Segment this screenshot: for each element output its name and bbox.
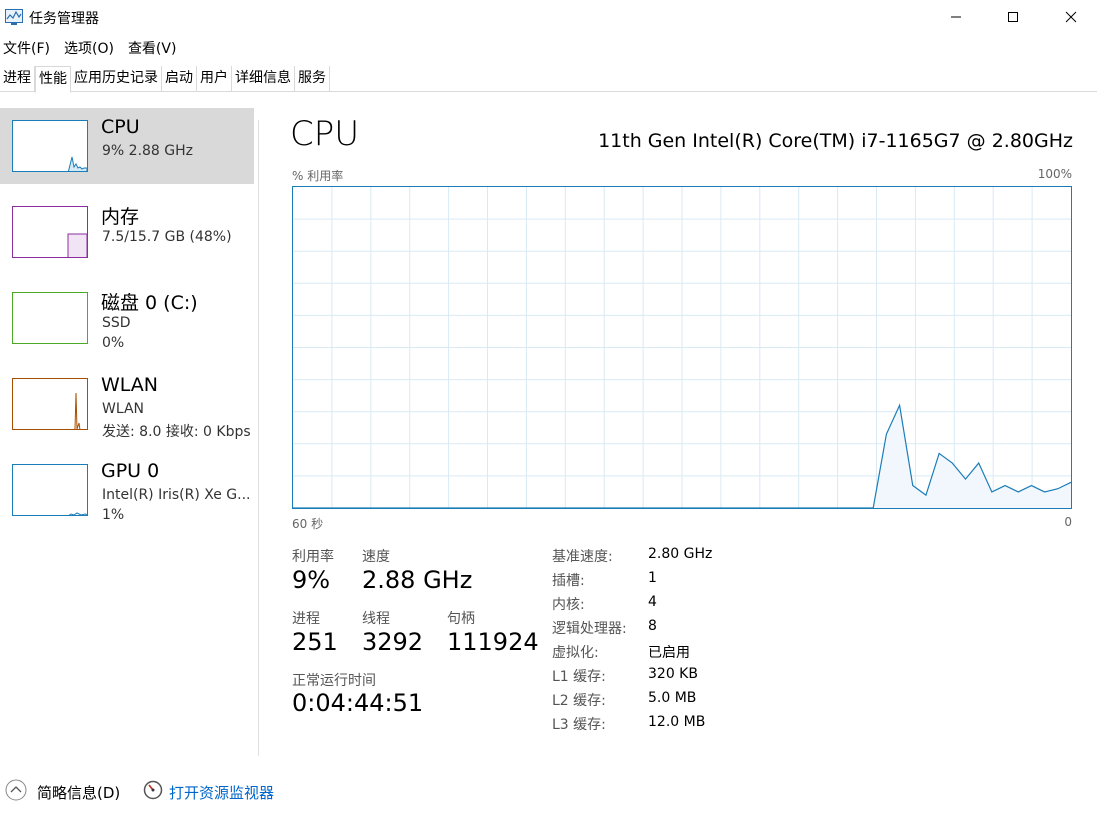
x-axis-start-label: 60 秒 xyxy=(292,517,324,531)
speed-value: 2.88 GHz xyxy=(362,566,473,594)
spec-value: 已启用 xyxy=(648,645,690,661)
y-axis-max-label: 100% xyxy=(1037,167,1072,181)
sidebar-item-name: GPU 0 xyxy=(101,460,160,482)
gpu-thumbnail-graph xyxy=(12,464,88,516)
chevron-up-icon[interactable] xyxy=(5,779,27,801)
sidebar-item-detail-2: 发送: 8.0 接收: 0 Kbps xyxy=(102,424,251,440)
menu-bar: 文件(F) 选项(O) 查看(V) xyxy=(0,38,187,60)
tab-services[interactable]: 服务 xyxy=(295,66,330,92)
processes-label: 进程 xyxy=(292,611,320,627)
spec-label: 逻辑处理器: xyxy=(552,621,627,637)
cpu-usage-graph-svg xyxy=(293,187,1071,508)
sidebar-item-disk[interactable]: 磁盘 0 (C:) SSD 0% xyxy=(0,280,254,356)
sidebar-item-detail: WLAN xyxy=(102,401,145,417)
spec-value: 4 xyxy=(648,594,657,610)
handles-value: 111924 xyxy=(447,628,539,656)
resource-sidebar: CPU 9% 2.88 GHz 内存 7.5/15.7 GB (48%) 磁盘 … xyxy=(0,108,258,538)
wlan-thumbnail-graph xyxy=(12,378,88,430)
window-title: 任务管理器 xyxy=(29,11,99,27)
minimize-icon xyxy=(951,16,961,18)
menu-options[interactable]: 选项(O) xyxy=(61,38,117,60)
maximize-button[interactable] xyxy=(990,0,1036,34)
cpu-model-name: 11th Gen Intel(R) Core(TM) i7-1165G7 @ 2… xyxy=(598,130,1073,152)
uptime-value: 0:04:44:51 xyxy=(292,689,424,717)
cpu-usage-graph xyxy=(292,186,1072,509)
tab-startup[interactable]: 启动 xyxy=(162,66,197,92)
menu-file[interactable]: 文件(F) xyxy=(0,38,53,60)
memory-thumbnail-graph xyxy=(12,206,88,258)
sidebar-item-detail-2: 0% xyxy=(102,335,125,351)
sidebar-divider[interactable] xyxy=(258,120,259,756)
tab-performance[interactable]: 性能 xyxy=(35,66,71,93)
processes-value: 251 xyxy=(292,628,338,656)
spec-label: 插槽: xyxy=(552,573,585,589)
sidebar-item-memory[interactable]: 内存 7.5/15.7 GB (48%) xyxy=(0,194,254,270)
less-info-button[interactable]: 简略信息(D) xyxy=(37,782,120,803)
cpu-thumbnail-graph xyxy=(12,120,88,172)
utilization-value: 9% xyxy=(292,566,331,594)
tab-app-history[interactable]: 应用历史记录 xyxy=(71,66,162,92)
y-axis-label: % 利用率 xyxy=(292,169,344,183)
spec-value: 5.0 MB xyxy=(648,690,697,706)
sidebar-item-detail-2: 1% xyxy=(102,507,125,523)
tab-details[interactable]: 详细信息 xyxy=(232,66,295,92)
close-icon xyxy=(1065,11,1077,23)
sidebar-item-wlan[interactable]: WLAN WLAN 发送: 8.0 接收: 0 Kbps xyxy=(0,366,254,442)
sidebar-item-detail: 7.5/15.7 GB (48%) xyxy=(102,229,232,245)
x-axis-end-label: 0 xyxy=(1064,515,1072,529)
handles-label: 句柄 xyxy=(447,611,475,627)
threads-value: 3292 xyxy=(362,628,424,656)
spec-value: 12.0 MB xyxy=(648,714,706,730)
sidebar-item-gpu[interactable]: GPU 0 Intel(R) Iris(R) Xe G... 1% xyxy=(0,452,254,528)
title-bar: 任务管理器 xyxy=(0,0,1097,36)
spec-value: 320 KB xyxy=(648,666,698,682)
minimize-button[interactable] xyxy=(933,0,979,34)
spec-label: L2 缓存: xyxy=(552,693,606,709)
spec-label: L1 缓存: xyxy=(552,669,606,685)
disk-thumbnail-graph xyxy=(12,292,88,344)
spec-value: 1 xyxy=(648,570,657,586)
spec-label: L3 缓存: xyxy=(552,717,606,733)
speed-label: 速度 xyxy=(362,549,390,565)
threads-label: 线程 xyxy=(362,611,390,627)
tab-bar: 进程 性能 应用历史记录 启动 用户 详细信息 服务 xyxy=(0,66,1097,93)
utilization-label: 利用率 xyxy=(292,549,334,565)
page-title: CPU xyxy=(290,114,360,154)
open-resource-monitor-link[interactable]: 打开资源监视器 xyxy=(169,782,274,803)
sidebar-item-name: 磁盘 0 (C:) xyxy=(101,292,198,314)
sidebar-item-name: WLAN xyxy=(101,374,159,396)
sidebar-item-detail: 9% 2.88 GHz xyxy=(102,143,194,159)
close-button[interactable] xyxy=(1048,0,1094,34)
sidebar-item-detail: Intel(R) Iris(R) Xe G... xyxy=(102,487,251,503)
sidebar-item-name: CPU xyxy=(101,116,140,138)
sidebar-item-name: 内存 xyxy=(101,206,140,228)
uptime-label: 正常运行时间 xyxy=(292,673,376,689)
spec-label: 内核: xyxy=(552,597,585,613)
spec-value: 8 xyxy=(648,618,657,634)
menu-view[interactable]: 查看(V) xyxy=(125,38,180,60)
spec-value: 2.80 GHz xyxy=(648,546,713,562)
resource-monitor-icon[interactable] xyxy=(143,780,163,800)
sidebar-item-detail: SSD xyxy=(102,315,131,331)
task-manager-icon xyxy=(5,9,23,25)
footer-bar: 简略信息(D) 打开资源监视器 xyxy=(0,776,1097,806)
sidebar-item-cpu[interactable]: CPU 9% 2.88 GHz xyxy=(0,108,254,184)
spec-label: 基准速度: xyxy=(552,549,613,565)
maximize-icon xyxy=(1008,12,1018,22)
tab-users[interactable]: 用户 xyxy=(197,66,232,92)
tab-processes[interactable]: 进程 xyxy=(0,66,35,92)
spec-label: 虚拟化: xyxy=(552,645,599,661)
